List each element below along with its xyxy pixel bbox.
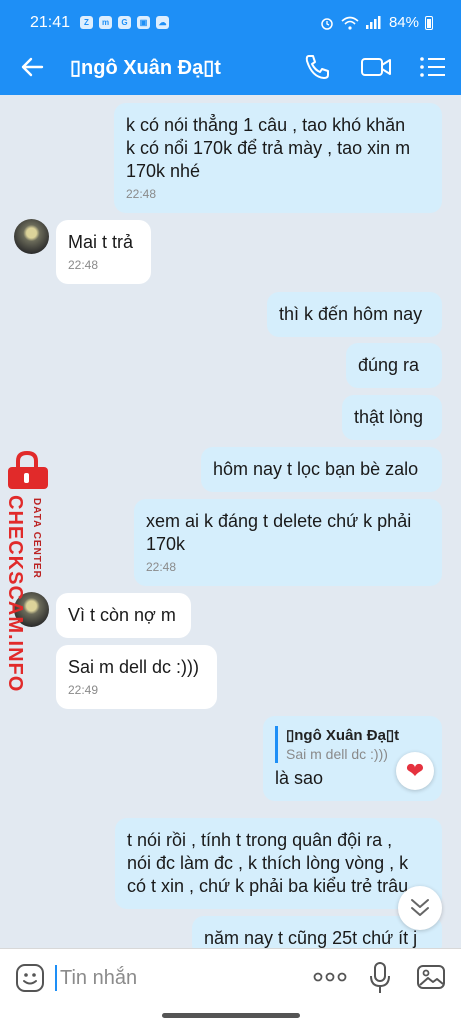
lock-icon xyxy=(8,450,48,489)
menu-icon[interactable] xyxy=(418,52,448,82)
message-composer: Tin nhắn xyxy=(0,948,461,1006)
message-bubble-outgoing[interactable]: xem ai k đáng t delete chứ k phải 170k 2… xyxy=(134,499,442,586)
alarm-icon xyxy=(321,17,333,30)
google-icon: G xyxy=(118,16,131,29)
chevron-double-down-icon xyxy=(411,899,429,916)
message-time: 22:49 xyxy=(68,683,99,697)
battery-icon xyxy=(425,15,433,30)
message-text: hôm nay t lọc bạn bè zalo xyxy=(213,459,419,479)
message-text: xem ai k đáng t delete chứ k phải xyxy=(146,511,412,531)
messenger-icon: m xyxy=(99,16,112,29)
message-text: năm nay t cũng 25t chứ ít j xyxy=(204,928,418,948)
gallery-icon: ▣ xyxy=(137,16,150,29)
message-text: thì k đến hôm nay xyxy=(279,304,423,324)
message-text: t nói rồi , tính t trong quân đội ra , xyxy=(127,830,393,850)
watermark-sub: DATA CENTER xyxy=(31,498,42,579)
contact-avatar[interactable] xyxy=(14,219,49,254)
message-bubble-incoming[interactable]: Mai t trả 22:48 xyxy=(56,220,151,284)
zalo-icon: Z xyxy=(80,16,93,29)
system-icons: 84% xyxy=(319,14,433,31)
message-text: Sai m dell dc :))) xyxy=(68,657,200,677)
battery-percent: 84% xyxy=(388,14,419,31)
message-text: k có nổi 170k để trả mày , tao xin m xyxy=(126,138,411,158)
message-text: 170k nhé xyxy=(126,161,201,181)
watermark-brand: CHECKSCAM.INFO xyxy=(4,495,26,693)
message-text: k có nói thẳng 1 câu , tao khó khăn xyxy=(126,115,406,135)
text-caret xyxy=(55,965,57,991)
message-text: thật lòng xyxy=(354,407,424,427)
message-text: đúng ra xyxy=(358,355,420,375)
message-text: Mai t trả xyxy=(68,232,134,252)
home-handle[interactable] xyxy=(162,1013,300,1018)
message-bubble-outgoing[interactable]: k có nói thẳng 1 câu , tao khó khăn k có… xyxy=(114,103,442,213)
message-bubble-incoming[interactable]: Vì t còn nợ m xyxy=(56,593,191,638)
message-bubble-outgoing[interactable]: đúng ra xyxy=(346,343,442,388)
message-time: 22:48 xyxy=(146,560,177,574)
message-bubble-incoming[interactable]: Sai m dell dc :))) 22:49 xyxy=(56,645,217,709)
watermark: CHECKSCAM.INFO DATA CENTER xyxy=(2,450,52,692)
cloud-icon: ☁ xyxy=(156,16,169,29)
microphone-icon[interactable] xyxy=(368,961,392,995)
signal-icon xyxy=(365,15,381,29)
message-text: Vì t còn nợ m xyxy=(68,605,176,625)
message-input[interactable]: Tin nhắn xyxy=(60,967,137,990)
message-text: có t xin , chứ k phải ba kiểu trẻ trâu xyxy=(127,876,409,896)
system-nav-bar xyxy=(0,1006,461,1024)
message-time: 22:48 xyxy=(68,258,99,272)
message-bubble-outgoing[interactable]: hôm nay t lọc bạn bè zalo xyxy=(201,447,442,492)
video-call-icon[interactable] xyxy=(360,52,392,82)
more-options-icon[interactable] xyxy=(313,969,347,985)
message-text: 170k xyxy=(146,534,186,554)
message-bubble-outgoing[interactable]: thì k đến hôm nay xyxy=(267,292,442,337)
message-bubble-outgoing[interactable]: thật lòng xyxy=(342,395,442,440)
message-time: 22:48 xyxy=(126,187,157,201)
status-bar: 21:41 Z m G ▣ ☁ 84% xyxy=(0,0,461,38)
chat-header: ▯ngô Xuân Đạ▯t xyxy=(0,38,461,95)
back-arrow-icon[interactable] xyxy=(18,53,46,81)
heart-reaction-icon[interactable]: ❤ xyxy=(396,752,434,790)
phone-icon[interactable] xyxy=(302,52,332,82)
scroll-down-button[interactable] xyxy=(398,886,442,930)
notification-icons: Z m G ▣ ☁ xyxy=(80,16,169,29)
status-time: 21:41 xyxy=(30,14,71,31)
message-bubble-outgoing[interactable]: t nói rồi , tính t trong quân đội ra , n… xyxy=(115,818,442,909)
sticker-icon[interactable] xyxy=(15,963,45,993)
contact-name[interactable]: ▯ngô Xuân Đạ▯t xyxy=(70,55,221,80)
image-icon[interactable] xyxy=(416,963,446,991)
quoted-sender: ▯ngô Xuân Đạ▯t xyxy=(286,727,400,744)
wifi-icon xyxy=(341,16,359,30)
message-text: nói đc làm đc , k thích lòng vòng , k xyxy=(127,853,409,873)
